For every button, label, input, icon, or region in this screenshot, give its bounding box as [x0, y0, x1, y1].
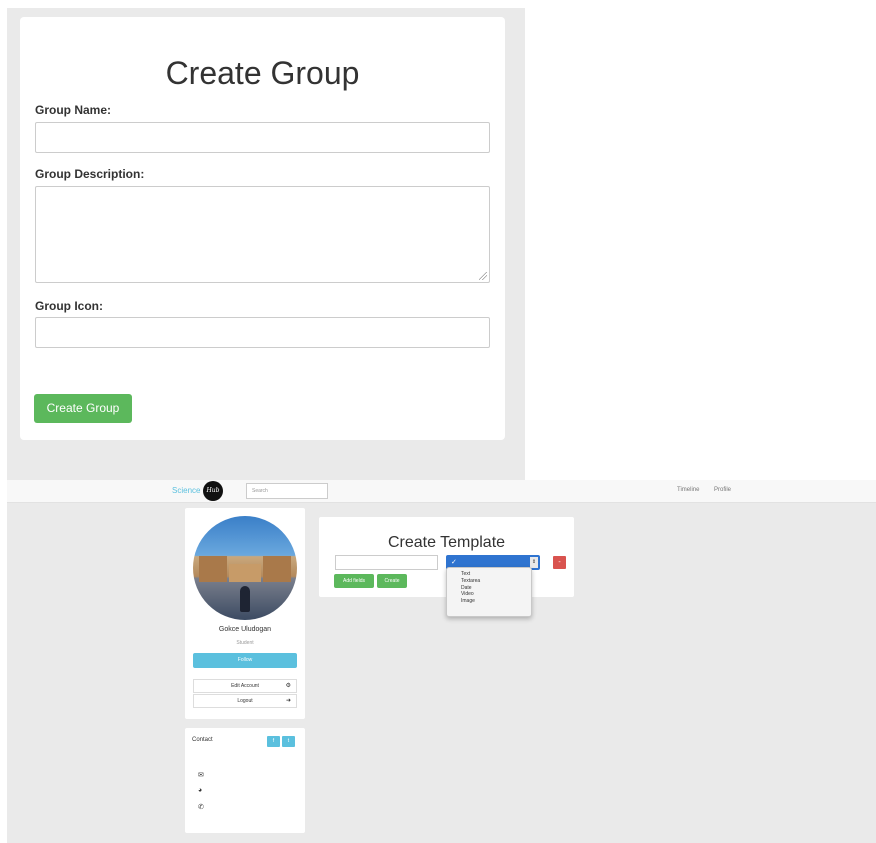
avatar-building-left: [199, 556, 227, 582]
group-name-label: Group Name:: [35, 103, 112, 117]
create-template-button[interactable]: Create: [377, 574, 407, 588]
field-type-selected: ✓: [451, 559, 457, 566]
template-field-input[interactable]: [335, 555, 438, 570]
nav-link-timeline[interactable]: Timeline: [677, 487, 699, 493]
create-group-button[interactable]: Create Group: [34, 394, 132, 423]
globe-icon: ◕: [198, 787, 203, 794]
field-type-dropdown: Text Textarea Date Video Image: [446, 567, 532, 617]
avatar-building-right: [263, 556, 291, 582]
avatar-building-center: [229, 564, 261, 582]
facebook-button[interactable]: f: [267, 736, 280, 747]
delete-field-button[interactable]: -: [553, 556, 566, 569]
group-description-label: Group Description:: [35, 167, 145, 181]
edit-account-label: Edit Account: [231, 683, 259, 689]
group-icon-input[interactable]: [35, 317, 490, 348]
edit-account-button[interactable]: Edit Account ⚙: [193, 679, 297, 693]
avatar: [193, 516, 297, 620]
contact-card: Contact f t ✉ ◕ ✆: [185, 728, 305, 833]
profile-role: Student: [236, 640, 254, 646]
profile-card: Gokce Uludogan Student Follow Edit Accou…: [185, 508, 305, 719]
avatar-person: [240, 586, 250, 612]
create-group-screenshot: Create Group Group Name: Group Descripti…: [7, 8, 525, 480]
dropdown-option-video[interactable]: Video: [447, 591, 531, 598]
dropdown-option-date[interactable]: Date: [447, 585, 531, 592]
twitter-button[interactable]: t: [282, 736, 295, 747]
contact-title: Contact: [192, 737, 213, 743]
resize-handle[interactable]: [479, 272, 487, 280]
group-name-input[interactable]: [35, 122, 490, 153]
navbar: Science Hub Search Timeline Profile: [7, 480, 876, 503]
search-input[interactable]: Search: [246, 483, 328, 499]
create-group-card: Create Group Group Name: Group Descripti…: [20, 17, 505, 440]
page-title: Create Group: [165, 55, 360, 91]
brand-logo-badge[interactable]: Hub: [203, 481, 223, 501]
gear-icon: ⚙: [285, 683, 291, 689]
group-description-textarea[interactable]: [35, 186, 490, 283]
logout-label: Logout: [237, 698, 253, 704]
phone-icon: ✆: [198, 804, 204, 811]
brand-logo-text[interactable]: Science: [172, 486, 200, 495]
dropdown-option-image[interactable]: Image: [447, 598, 531, 605]
dropdown-option-text[interactable]: Text: [447, 571, 531, 578]
add-fields-button[interactable]: Add fields: [334, 574, 374, 588]
nav-link-profile[interactable]: Profile: [714, 487, 731, 493]
dropdown-option-textarea[interactable]: Textarea: [447, 578, 531, 585]
chevron-up-down-icon: ⇕: [530, 557, 538, 568]
logout-button[interactable]: Logout ➜: [193, 694, 297, 708]
create-template-screenshot: Science Hub Search Timeline Profile Gokc…: [7, 480, 876, 843]
profile-name: Gokce Uludogan: [218, 626, 272, 633]
sign-out-icon: ➜: [285, 698, 291, 704]
group-icon-label: Group Icon:: [35, 299, 103, 313]
template-title: Create Template: [387, 534, 506, 551]
follow-button[interactable]: Follow: [193, 653, 297, 668]
envelope-icon: ✉: [198, 772, 204, 779]
